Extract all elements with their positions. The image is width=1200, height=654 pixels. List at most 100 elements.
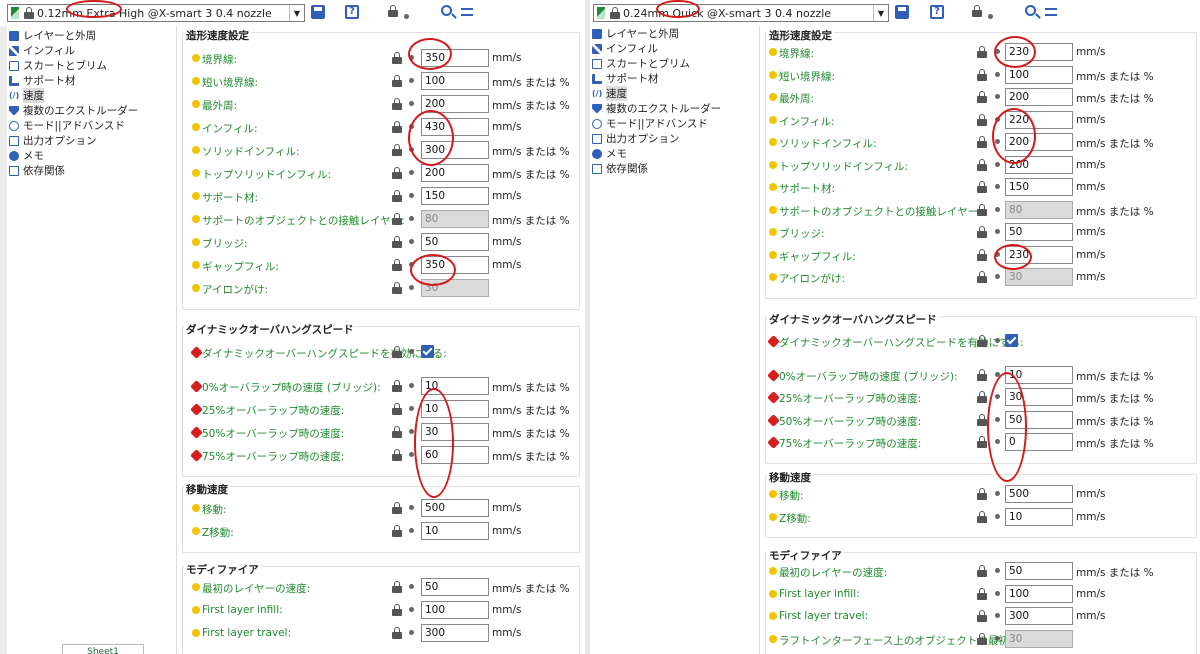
- lock-icon[interactable]: [392, 144, 402, 156]
- sidebar-item-layers[interactable]: レイヤーと外周: [7, 28, 176, 43]
- help-icon[interactable]: ?: [930, 5, 944, 19]
- speed-input[interactable]: 300: [1005, 607, 1073, 625]
- lock-icon[interactable]: [977, 335, 987, 347]
- dot-icon[interactable]: [409, 452, 414, 457]
- lock-icon[interactable]: [977, 510, 987, 523]
- dot-icon[interactable]: [409, 528, 414, 533]
- dot-icon[interactable]: [409, 383, 414, 388]
- speed-input[interactable]: 100: [1005, 584, 1073, 603]
- lock-icon[interactable]: [977, 488, 987, 500]
- lock-icon[interactable]: [977, 248, 987, 261]
- dot-icon[interactable]: [995, 613, 1000, 618]
- lock-icon[interactable]: [392, 190, 402, 202]
- speed-input[interactable]: 100: [1005, 65, 1073, 84]
- dot-icon[interactable]: [995, 274, 1000, 279]
- sidebar-item-dependencies[interactable]: 依存関係: [7, 163, 176, 178]
- chevron-down-icon[interactable]: ▼: [289, 5, 304, 21]
- dot-icon[interactable]: [995, 568, 1000, 573]
- lock-icon[interactable]: [392, 213, 402, 225]
- dot-icon[interactable]: [409, 429, 414, 434]
- speed-input[interactable]: 10: [421, 522, 489, 540]
- dot-icon[interactable]: [409, 584, 414, 589]
- left-preset-dropdown[interactable]: 0.12mm Extra High @X-smart 3 0.4 nozzle …: [7, 4, 305, 22]
- dot-icon[interactable]: [995, 229, 1000, 234]
- dot-icon[interactable]: [995, 491, 1000, 496]
- search-icon[interactable]: [441, 5, 452, 16]
- speed-input[interactable]: 50: [421, 233, 489, 251]
- speed-input[interactable]: 150: [1005, 178, 1073, 196]
- lock-icon[interactable]: [977, 368, 987, 381]
- dot-icon[interactable]: [409, 505, 414, 510]
- sidebar-item-multiple-extruders[interactable]: 複数のエクストルーダー: [7, 103, 176, 118]
- sidebar-item-output-options[interactable]: 出力オプション: [590, 131, 759, 146]
- lock-icon[interactable]: [392, 449, 402, 461]
- lock-icon[interactable]: [392, 236, 402, 248]
- dot-icon[interactable]: [995, 71, 1000, 77]
- lock-icon[interactable]: [977, 113, 987, 126]
- lock-icon[interactable]: [977, 413, 987, 426]
- lock-icon[interactable]: [392, 121, 402, 133]
- sidebar-item-mode-advanced[interactable]: モード||アドバンスド: [7, 118, 176, 133]
- dot-icon[interactable]: [995, 184, 1000, 189]
- lock-icon[interactable]: [392, 380, 402, 392]
- lock-icon[interactable]: [977, 226, 987, 238]
- dot-icon[interactable]: [409, 406, 414, 411]
- dot-icon[interactable]: [409, 193, 414, 198]
- sidebar-item-infill[interactable]: インフィル: [7, 43, 176, 58]
- lock-icon[interactable]: [977, 68, 987, 81]
- save-icon[interactable]: [311, 5, 325, 19]
- lock-icon[interactable]: [972, 5, 986, 19]
- lock-icon[interactable]: [392, 346, 402, 358]
- sidebar-item-notes[interactable]: メモ: [7, 148, 176, 163]
- lock-icon[interactable]: [392, 627, 402, 639]
- speed-input[interactable]: 100: [421, 601, 489, 619]
- lock-icon[interactable]: [977, 391, 987, 403]
- dot-icon[interactable]: [995, 94, 1000, 99]
- speed-input[interactable]: 300: [421, 624, 489, 642]
- settings-sliders-icon[interactable]: [1044, 5, 1058, 19]
- lock-icon[interactable]: [392, 259, 402, 271]
- dot-icon[interactable]: [409, 101, 414, 106]
- dot-icon[interactable]: [995, 206, 1000, 212]
- lock-icon[interactable]: [392, 604, 402, 616]
- dot-icon[interactable]: [995, 338, 1000, 343]
- lock-icon[interactable]: [977, 158, 987, 171]
- lock-icon[interactable]: [977, 436, 987, 448]
- lock-icon[interactable]: [392, 403, 402, 415]
- enable-overhang-checkbox[interactable]: [421, 345, 434, 358]
- speed-input[interactable]: 10: [1005, 507, 1073, 526]
- lock-icon[interactable]: [977, 610, 987, 622]
- sidebar-item-skirt-brim[interactable]: スカートとブリム: [7, 58, 176, 73]
- lock-icon[interactable]: [977, 565, 987, 577]
- speed-input[interactable]: 500: [421, 499, 489, 517]
- lock-icon[interactable]: [388, 5, 402, 19]
- dot-icon[interactable]: [995, 513, 1000, 519]
- lock-icon[interactable]: [977, 181, 987, 193]
- sidebar-item-infill[interactable]: インフィル: [590, 41, 759, 56]
- speed-input[interactable]: 50: [421, 578, 489, 596]
- lock-icon[interactable]: [392, 167, 402, 179]
- dot-icon[interactable]: [995, 635, 1000, 641]
- lock-icon[interactable]: [977, 271, 987, 283]
- lock-icon[interactable]: [392, 525, 402, 537]
- dot-icon[interactable]: [409, 349, 414, 354]
- search-icon[interactable]: [1025, 5, 1036, 16]
- lock-icon[interactable]: [977, 632, 987, 645]
- dot-icon[interactable]: [409, 239, 414, 244]
- dot-icon[interactable]: [988, 9, 1002, 23]
- speed-input[interactable]: 50: [1005, 562, 1073, 580]
- dot-icon[interactable]: [409, 285, 414, 290]
- lock-icon[interactable]: [392, 426, 402, 438]
- lock-icon[interactable]: [392, 282, 402, 294]
- lock-icon[interactable]: [392, 581, 402, 593]
- chevron-down-icon[interactable]: ▼: [873, 5, 888, 21]
- sidebar-item-mode-advanced[interactable]: モード||アドバンスド: [590, 116, 759, 131]
- sidebar-item-support[interactable]: サポート材: [590, 71, 759, 86]
- sidebar-item-dependencies[interactable]: 依存関係: [590, 161, 759, 176]
- sidebar-item-multiple-extruders[interactable]: 複数のエクストルーダー: [590, 101, 759, 116]
- sidebar-item-notes[interactable]: メモ: [590, 146, 759, 161]
- speed-input[interactable]: 150: [421, 187, 489, 205]
- sidebar-item-layers[interactable]: レイヤーと外周: [590, 26, 759, 41]
- sidebar-item-skirt-brim[interactable]: スカートとブリム: [590, 56, 759, 71]
- dot-icon[interactable]: [995, 590, 1000, 596]
